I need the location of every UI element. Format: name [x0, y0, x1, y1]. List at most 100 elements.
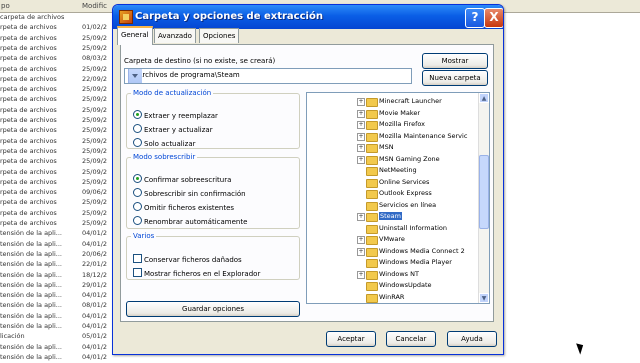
help-button[interactable]: Ayuda — [447, 331, 497, 347]
expand-icon[interactable]: + — [357, 132, 365, 141]
list-item[interactable]: rpeta de archivos 25/09/2 — [0, 44, 120, 54]
tree-item[interactable]: WindowsUpdate — [307, 280, 477, 291]
radio-sobrescribir[interactable]: Sobrescribir sin confirmación — [133, 188, 246, 198]
list-item[interactable]: rpeta de archivos 25/09/2 — [0, 178, 120, 188]
list-item[interactable]: rpeta de archivos 25/09/2 — [0, 147, 120, 157]
help-title-button[interactable]: ? — [465, 8, 485, 28]
expand-icon[interactable]: + — [357, 236, 365, 244]
tree-item[interactable]: + MSN Gaming Zone — [307, 154, 477, 165]
list-item[interactable]: tensión de la apli... 04/01/2 — [0, 353, 120, 363]
list-item[interactable]: rpeta de archivos 25/09/2 — [0, 95, 120, 105]
tab-avanzado[interactable]: Avanzado — [154, 28, 196, 43]
expand-icon[interactable]: + — [357, 121, 365, 129]
expand-icon[interactable]: + — [357, 144, 365, 152]
tree-item[interactable]: + MSN — [307, 142, 477, 153]
radio-icon[interactable] — [133, 138, 142, 147]
list-item[interactable]: tensión de la apli... 04/01/2 — [0, 229, 120, 239]
list-item[interactable]: rpeta de archivos 25/09/2 — [0, 106, 120, 116]
list-item[interactable]: tensión de la apli... 04/01/2 — [0, 343, 120, 353]
list-item[interactable]: tensión de la apli... 04/01/2 — [0, 312, 120, 322]
radio-selected-icon[interactable] — [133, 110, 142, 119]
list-item[interactable]: tensión de la apli... 04/01/2 — [0, 322, 120, 332]
list-item[interactable]: rpeta de archivos 25/09/2 — [0, 198, 120, 208]
list-item[interactable]: rpeta de archivos 25/09/2 — [0, 126, 120, 136]
radio-icon[interactable] — [133, 124, 142, 133]
list-item[interactable]: rpeta de archivos 25/09/2 — [0, 34, 120, 44]
cancel-button[interactable]: Cancelar — [386, 331, 436, 347]
radio-icon[interactable] — [133, 202, 142, 211]
expand-icon[interactable]: + — [357, 270, 365, 279]
new-folder-button[interactable]: Nueva carpeta — [422, 70, 488, 86]
radio-extraer-reemplazar[interactable]: Extraer y reemplazar — [133, 110, 218, 120]
tree-item[interactable]: Online Services — [307, 177, 477, 188]
ok-button[interactable]: Aceptar — [326, 331, 376, 347]
tree-item[interactable]: + Mozilla Firefox — [307, 119, 477, 130]
radio-icon[interactable] — [133, 188, 142, 197]
checkbox-conservar[interactable]: Conservar ficheros dañados — [133, 254, 242, 264]
scroll-up-icon[interactable]: ▲ — [479, 93, 489, 103]
tree-item[interactable]: + Movie Maker — [307, 108, 477, 119]
dest-path-combobox[interactable]: C:\Archivos de programa\Steam — [124, 68, 412, 84]
tab-general[interactable]: General — [117, 26, 153, 45]
save-options-button[interactable]: Guardar opciones — [126, 301, 300, 317]
expand-icon[interactable]: + — [357, 213, 365, 221]
radio-confirmar[interactable]: Confirmar sobreescritura — [133, 174, 231, 184]
radio-renombrar[interactable]: Renombrar automáticamente — [133, 216, 247, 226]
tab-opciones[interactable]: Opciones — [199, 28, 240, 43]
list-item[interactable]: tensión de la apli... 29/01/2 — [0, 281, 120, 291]
list-item[interactable]: rpeta de archivos 25/09/2 — [0, 209, 120, 219]
list-item[interactable]: tensión de la apli... 04/01/2 — [0, 291, 120, 301]
list-item[interactable]: tensión de la apli... 08/01/2 — [0, 301, 120, 311]
tree-scrollbar[interactable]: ▲ ▼ — [478, 93, 489, 303]
list-item[interactable]: rpeta de archivos 25/09/2 — [0, 219, 120, 229]
scroll-down-icon[interactable]: ▼ — [479, 293, 489, 303]
tree-item[interactable]: Windows Media Player — [307, 257, 477, 268]
list-item[interactable]: rpeta de archivos 22/09/2 — [0, 75, 120, 85]
tree-item[interactable]: Outlook Express — [307, 188, 477, 199]
list-item[interactable]: tensión de la apli... 18/12/2 — [0, 271, 120, 281]
expand-icon[interactable]: + — [357, 247, 365, 256]
list-item[interactable]: rpeta de archivos 25/09/2 — [0, 168, 120, 178]
expand-icon[interactable]: + — [357, 155, 365, 164]
tree-item[interactable]: + Windows NT — [307, 269, 477, 280]
tree-item[interactable]: + Mozilla Maintenance Servic — [307, 131, 477, 142]
tree-item[interactable]: WinRAR — [307, 292, 477, 303]
show-button[interactable]: Mostrar — [422, 53, 488, 69]
list-item[interactable]: rpeta de archivos 09/06/2 — [0, 188, 120, 198]
title-bar[interactable]: Carpeta y opciones de extracción ? X — [113, 5, 503, 29]
column-type-header[interactable]: po — [1, 2, 10, 10]
list-item[interactable]: carpeta de archivos — [0, 13, 120, 23]
radio-omitir[interactable]: Omitir ficheros existentes — [133, 202, 234, 212]
tree-item[interactable]: + Steam — [307, 211, 477, 222]
radio-selected-icon[interactable] — [133, 174, 142, 183]
list-item[interactable]: rpeta de archivos 25/09/2 — [0, 157, 120, 167]
close-button[interactable]: X — [484, 8, 503, 28]
folder-tree[interactable]: + Minecraft Launcher + Movie Maker + Mozilla … — [306, 92, 490, 304]
radio-extraer-actualizar[interactable]: Extraer y actualizar — [133, 124, 213, 134]
tree-item[interactable]: Servicios en línea — [307, 200, 477, 211]
radio-solo-actualizar[interactable]: Solo actualizar — [133, 138, 196, 148]
list-item[interactable]: rpeta de archivos 08/03/2 — [0, 54, 120, 64]
tree-item[interactable]: + Minecraft Launcher — [307, 96, 477, 107]
expand-icon[interactable]: + — [357, 98, 365, 106]
checkbox-icon[interactable] — [133, 268, 142, 277]
tree-item[interactable]: NetMeeting — [307, 165, 477, 176]
checkbox-mostrar[interactable]: Mostrar ficheros en el Explorador — [133, 268, 260, 278]
list-item[interactable]: licación 05/01/2 — [0, 332, 120, 342]
list-item[interactable]: rpeta de archivos 25/09/2 — [0, 85, 120, 95]
radio-icon[interactable] — [133, 216, 142, 225]
scroll-thumb[interactable] — [479, 155, 489, 229]
chevron-down-icon[interactable] — [128, 69, 142, 83]
list-item[interactable]: tensión de la apli... 22/01/2 — [0, 260, 120, 270]
checkbox-icon[interactable] — [133, 254, 142, 263]
tree-item[interactable]: + VMware — [307, 234, 477, 245]
list-item[interactable]: rpeta de archivos 25/09/2 — [0, 116, 120, 126]
tree-item[interactable]: Uninstall Information — [307, 223, 477, 234]
list-item[interactable]: rpeta de archivos 01/02/2 — [0, 23, 120, 33]
list-item[interactable]: rpeta de archivos 25/09/2 — [0, 65, 120, 75]
expand-icon[interactable]: + — [357, 109, 365, 118]
list-item[interactable]: tensión de la apli... 04/01/2 — [0, 240, 120, 250]
list-item[interactable]: tensión de la apli... 20/06/2 — [0, 250, 120, 260]
list-item[interactable]: rpeta de archivos 25/09/2 — [0, 137, 120, 147]
tree-item[interactable]: + Windows Media Connect 2 — [307, 246, 477, 257]
